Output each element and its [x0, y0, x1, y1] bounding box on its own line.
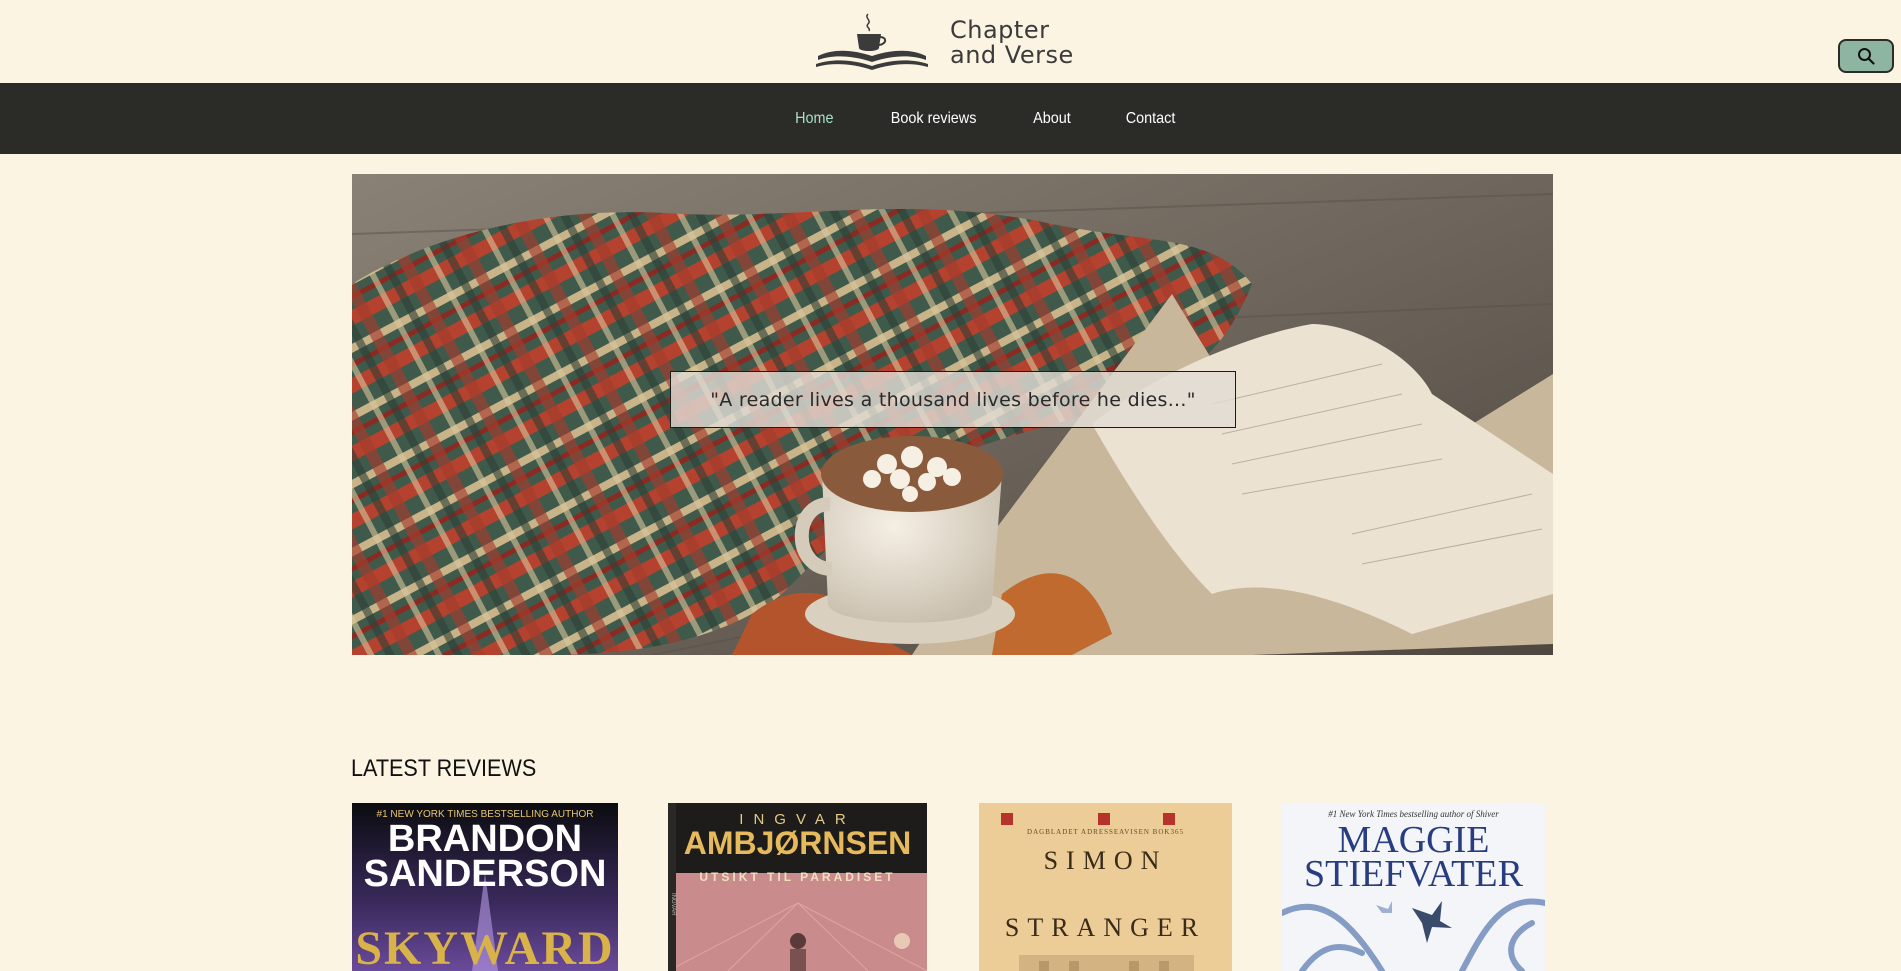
- nav-item-about[interactable]: About: [1033, 110, 1071, 128]
- stranger-author-last: STRANGER: [1004, 913, 1207, 942]
- site-logo[interactable]: Chapter and Verse: [814, 10, 1074, 75]
- hero-quote-box: "A reader lives a thousand lives before …: [670, 371, 1236, 428]
- book-cover-skyward[interactable]: #1 NEW YORK TIMES BESTSELLING AUTHOR BRA…: [352, 803, 618, 971]
- nav-list: Home Book reviews About Contact: [0, 83, 1901, 154]
- nav-item-home[interactable]: Home: [795, 110, 833, 128]
- stranger-author-first: SIMON: [1043, 846, 1168, 875]
- book-cover-maggie-stiefvater[interactable]: #1 New York Times bestselling author of …: [1282, 803, 1545, 971]
- hero-image: "A reader lives a thousand lives before …: [352, 174, 1553, 655]
- site-title-line1: Chapter: [950, 15, 1050, 44]
- latest-reviews-title: LATEST REVIEWS: [351, 755, 537, 782]
- site-header: Chapter and Verse: [0, 0, 1901, 83]
- utsikt-title: UTSIKT TIL PARADISET: [699, 870, 896, 884]
- book-cup-logo-icon: [816, 12, 928, 70]
- book-cover-utsikt-til-paradiset[interactable]: INGVAR AMBJØRNSEN UTSIKT TIL PARADISET I…: [668, 803, 927, 971]
- utsikt-spine-text: INGVAR: [670, 893, 676, 916]
- site-title: Chapter and Verse: [950, 15, 1074, 69]
- hero-quote: "A reader lives a thousand lives before …: [710, 388, 1196, 411]
- nav-item-book-reviews[interactable]: Book reviews: [891, 110, 977, 128]
- stranger-publishers: DAGBLADET ADRESSEAVISEN BOK365: [1027, 828, 1184, 836]
- skyward-title: SKYWARD: [355, 922, 615, 971]
- stiefvater-tagline: #1 New York Times bestselling author of …: [1328, 809, 1499, 819]
- stiefvater-author-line2: STIEFVATER: [1304, 853, 1523, 895]
- search-button[interactable]: [1838, 39, 1894, 73]
- skyward-author-line2: SANDERSON: [363, 853, 607, 895]
- main-nav: Home Book reviews About Contact: [0, 83, 1901, 154]
- utsikt-author-last: AMBJØRNSEN: [683, 825, 912, 861]
- search-icon: [1858, 48, 1875, 65]
- site-title-line2: and Verse: [950, 40, 1074, 69]
- nav-item-contact[interactable]: Contact: [1126, 110, 1176, 128]
- book-cover-simon-stranger[interactable]: DAGBLADET ADRESSEAVISEN BOK365 SIMON STR…: [979, 803, 1232, 971]
